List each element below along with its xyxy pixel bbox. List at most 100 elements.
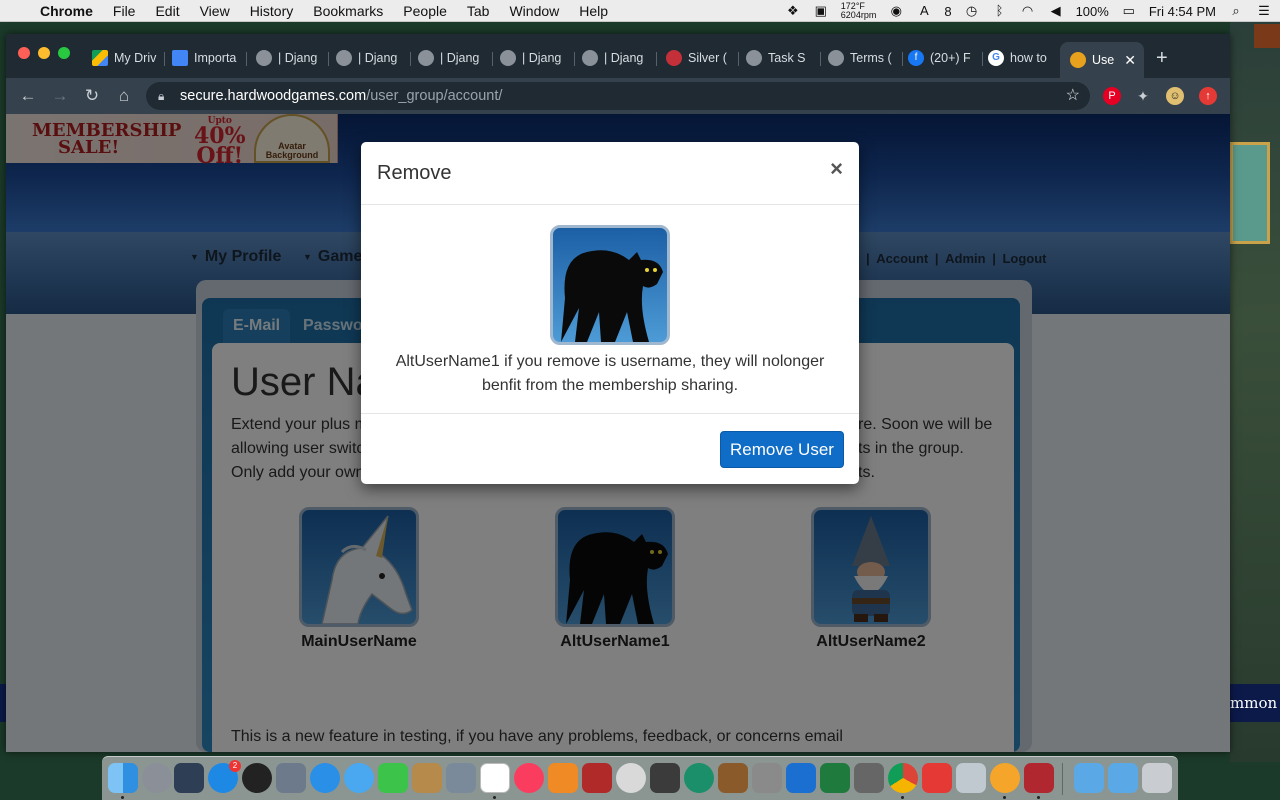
- tab-separator: [164, 52, 165, 66]
- extensions-puzzle-icon[interactable]: ✦: [1134, 87, 1152, 105]
- photo-app-icon[interactable]: [582, 763, 612, 793]
- game-icon[interactable]: [1024, 763, 1054, 793]
- wifi-icon[interactable]: ◠: [1020, 4, 1036, 18]
- no-entry-icon[interactable]: [616, 763, 646, 793]
- tab-django-4[interactable]: | Djang: [500, 48, 566, 68]
- tab-task[interactable]: Task S: [746, 48, 812, 68]
- system-preferences-icon[interactable]: [752, 763, 782, 793]
- close-tab-icon[interactable]: ✕: [1124, 52, 1136, 69]
- cpu-monitor-icon[interactable]: ▣: [813, 4, 829, 18]
- menu-app-chrome[interactable]: Chrome: [40, 3, 93, 19]
- garageband-icon[interactable]: [718, 763, 748, 793]
- tab-django-5[interactable]: | Djang: [582, 48, 648, 68]
- messages-icon[interactable]: [344, 763, 374, 793]
- trash-icon[interactable]: [1142, 763, 1172, 793]
- profile-avatar[interactable]: ☺: [1166, 87, 1184, 105]
- back-arrow-icon[interactable]: ←: [18, 86, 38, 106]
- tab-separator: [574, 52, 575, 66]
- chrome-icon[interactable]: [888, 763, 918, 793]
- globe-icon: [418, 50, 434, 66]
- mission-control-icon[interactable]: [174, 763, 204, 793]
- tab-my-drive[interactable]: My Driv: [92, 48, 158, 68]
- time-machine-icon[interactable]: ◷: [964, 4, 980, 18]
- facetime-icon[interactable]: [378, 763, 408, 793]
- running-indicator: [121, 796, 124, 799]
- tab-facebook[interactable]: f (20+) F: [908, 48, 978, 68]
- remove-user-modal: Remove × AltUserName1 if you remove is u…: [361, 142, 859, 484]
- clock[interactable]: Fri 4:54 PM: [1149, 4, 1216, 19]
- app-store-icon[interactable]: 2: [208, 760, 241, 793]
- address-bar[interactable]: 🔒︎ secure.hardwoodgames.com/user_group/a…: [146, 82, 1090, 110]
- google-docs-icon: [172, 50, 188, 66]
- menu-view[interactable]: View: [200, 3, 230, 19]
- image-viewer-icon[interactable]: [956, 763, 986, 793]
- menu-people[interactable]: People: [403, 3, 447, 19]
- close-icon[interactable]: ×: [830, 156, 843, 182]
- tab-label: | Djang: [522, 51, 562, 65]
- music-icon[interactable]: [514, 763, 544, 793]
- menu-bookmarks[interactable]: Bookmarks: [313, 3, 383, 19]
- menu-edit[interactable]: Edit: [155, 3, 179, 19]
- bookmark-star-icon[interactable]: ☆: [1066, 82, 1080, 110]
- battery-icon[interactable]: ▭: [1121, 4, 1137, 18]
- desktop-file-icon[interactable]: [1254, 24, 1280, 48]
- notification-center-icon[interactable]: ☰: [1256, 4, 1272, 18]
- fullscreen-window-button[interactable]: [58, 47, 70, 59]
- word-icon[interactable]: [786, 763, 816, 793]
- remove-user-button[interactable]: Remove User: [720, 431, 844, 468]
- black-cat-avatar: [550, 225, 670, 345]
- home-icon[interactable]: ⌂: [114, 86, 134, 106]
- popcorn-icon[interactable]: [922, 763, 952, 793]
- desktop-window-thumbnail[interactable]: [1230, 142, 1270, 244]
- dropbox-icon[interactable]: ❖: [785, 4, 801, 18]
- update-arrow-icon[interactable]: ↑: [1199, 87, 1217, 105]
- tab-active-user-group[interactable]: Use ✕: [1060, 42, 1144, 78]
- menu-help[interactable]: Help: [579, 3, 608, 19]
- menu-file[interactable]: File: [113, 3, 136, 19]
- tab-django-2[interactable]: | Djang: [336, 48, 402, 68]
- calendar-icon[interactable]: [480, 763, 510, 793]
- battery-percent[interactable]: 100%: [1076, 4, 1109, 19]
- screen-record-icon[interactable]: ◉: [888, 4, 904, 18]
- adobe-icon[interactable]: A: [916, 4, 932, 18]
- reload-icon[interactable]: ↻: [82, 86, 102, 106]
- time-machine-icon[interactable]: [684, 763, 714, 793]
- photo-booth-icon[interactable]: [446, 763, 476, 793]
- activity-gauge-icon[interactable]: [242, 763, 272, 793]
- temp-readout[interactable]: 172°F 6204rpm: [841, 2, 877, 20]
- menu-window[interactable]: Window: [509, 3, 559, 19]
- applications-folder-icon[interactable]: [1074, 763, 1104, 793]
- new-tab-button[interactable]: +: [1156, 47, 1168, 70]
- notification-count[interactable]: 8: [944, 4, 951, 19]
- finder-icon[interactable]: [108, 763, 138, 793]
- tab-terms[interactable]: Terms (: [828, 48, 894, 68]
- macos-menubar: Chrome File Edit View History Bookmarks …: [0, 0, 1280, 22]
- contacts-icon[interactable]: [412, 763, 442, 793]
- downloads-folder-icon[interactable]: [1108, 763, 1138, 793]
- volume-icon[interactable]: ◀: [1048, 4, 1064, 18]
- pinterest-extension-icon[interactable]: P: [1103, 87, 1121, 105]
- menu-history[interactable]: History: [250, 3, 294, 19]
- minimize-window-button[interactable]: [38, 47, 50, 59]
- desktop-background: [1230, 22, 1280, 762]
- books-icon[interactable]: [548, 763, 578, 793]
- bluetooth-icon[interactable]: ᛒ: [992, 4, 1008, 18]
- star-app-icon[interactable]: [650, 763, 680, 793]
- tab-django-1[interactable]: | Djang: [256, 48, 322, 68]
- tab-important[interactable]: Importa: [172, 48, 238, 68]
- spotlight-icon[interactable]: ⌕: [1228, 4, 1244, 18]
- preview-icon[interactable]: [276, 763, 306, 793]
- forward-arrow-icon[interactable]: →: [50, 86, 70, 106]
- tab-label: | Djang: [278, 51, 318, 65]
- script-icon[interactable]: [854, 763, 884, 793]
- photos-icon[interactable]: [990, 763, 1020, 793]
- safari-icon[interactable]: [310, 763, 340, 793]
- tab-django-3[interactable]: | Djang: [418, 48, 484, 68]
- lock-icon[interactable]: 🔒︎: [158, 82, 164, 110]
- excel-icon[interactable]: [820, 763, 850, 793]
- close-window-button[interactable]: [18, 47, 30, 59]
- tab-silver[interactable]: Silver (: [666, 48, 732, 68]
- launchpad-icon[interactable]: [142, 763, 172, 793]
- tab-google-search[interactable]: Ghow to: [988, 48, 1054, 68]
- menu-tab[interactable]: Tab: [467, 3, 490, 19]
